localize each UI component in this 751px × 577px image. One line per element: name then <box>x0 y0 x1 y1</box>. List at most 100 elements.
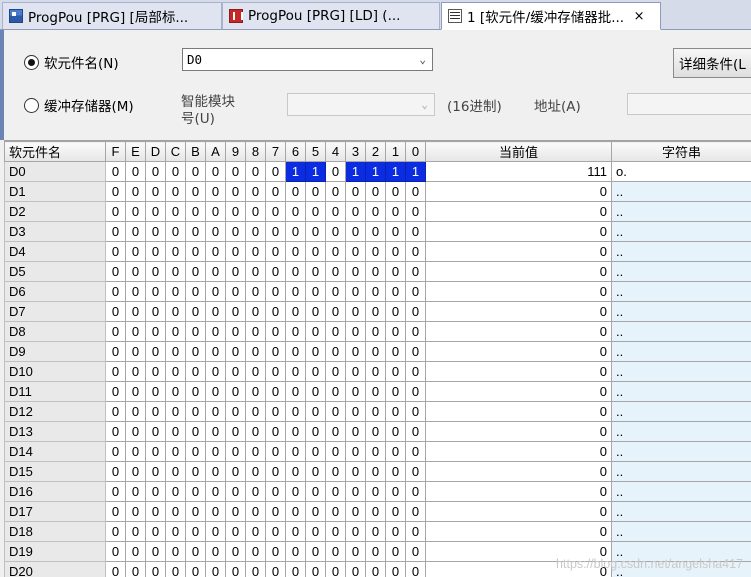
bit-cell[interactable]: 0 <box>165 441 186 462</box>
bit-cell[interactable]: 0 <box>325 361 346 382</box>
bit-cell[interactable]: 0 <box>125 261 146 282</box>
device-name-cell[interactable]: D12 <box>4 401 106 422</box>
bit-cell[interactable]: 0 <box>265 281 286 302</box>
bit-cell[interactable]: 0 <box>105 461 126 482</box>
bit-cell[interactable]: 0 <box>245 301 266 322</box>
bit-cell[interactable]: 0 <box>405 541 426 562</box>
string-cell[interactable]: .. <box>611 281 751 302</box>
bit-cell[interactable]: 0 <box>385 441 406 462</box>
bit-cell[interactable]: 0 <box>265 341 286 362</box>
string-cell[interactable]: .. <box>611 521 751 542</box>
bit-cell[interactable]: 0 <box>305 441 326 462</box>
bit-cell[interactable]: 1 <box>385 161 406 182</box>
bit-cell[interactable]: 0 <box>285 321 306 342</box>
bit-cell[interactable]: 0 <box>125 421 146 442</box>
current-value-cell[interactable]: 111 <box>425 161 612 182</box>
bit-cell[interactable]: 0 <box>105 521 126 542</box>
bit-cell[interactable]: 0 <box>125 181 146 202</box>
bit-cell[interactable]: 0 <box>365 501 386 522</box>
bit-cell[interactable]: 0 <box>305 501 326 522</box>
bit-cell[interactable]: 0 <box>105 541 126 562</box>
bit-cell[interactable]: 0 <box>405 281 426 302</box>
device-name-cell[interactable]: D6 <box>4 281 106 302</box>
device-name-cell[interactable]: D5 <box>4 261 106 282</box>
bit-cell[interactable]: 0 <box>385 401 406 422</box>
current-value-cell[interactable]: 0 <box>425 381 612 402</box>
bit-cell[interactable]: 0 <box>125 481 146 502</box>
bit-cell[interactable]: 0 <box>165 241 186 262</box>
device-name-cell[interactable]: D10 <box>4 361 106 382</box>
bit-cell[interactable]: 0 <box>285 201 306 222</box>
bit-cell[interactable]: 0 <box>185 381 206 402</box>
bit-cell[interactable]: 0 <box>345 481 366 502</box>
bit-cell[interactable]: 0 <box>125 461 146 482</box>
device-name-cell[interactable]: D17 <box>4 501 106 522</box>
current-value-cell[interactable]: 0 <box>425 441 612 462</box>
bit-cell[interactable]: 0 <box>405 501 426 522</box>
table-row[interactable]: D0 0 0 0 0 0 0 0 0 0 1 1 0 1 1 1 1 111 o. <box>4 161 751 182</box>
bit-cell[interactable]: 0 <box>165 261 186 282</box>
bit-cell[interactable]: 0 <box>325 181 346 202</box>
device-name-cell[interactable]: D0 <box>4 161 106 182</box>
bit-cell[interactable]: 0 <box>325 221 346 242</box>
bit-cell[interactable]: 0 <box>285 261 306 282</box>
buffer-memory-radio[interactable]: 缓冲存储器(M) <box>24 95 134 115</box>
bit-cell[interactable]: 0 <box>105 201 126 222</box>
bit-cell[interactable]: 0 <box>265 321 286 342</box>
bit-cell[interactable]: 0 <box>365 241 386 262</box>
bit-cell[interactable]: 0 <box>285 481 306 502</box>
bit-cell[interactable]: 1 <box>405 161 426 182</box>
bit-cell[interactable]: 0 <box>205 541 226 562</box>
bit-cell[interactable]: 0 <box>105 281 126 302</box>
bit-cell[interactable]: 0 <box>165 381 186 402</box>
bit-cell[interactable]: 0 <box>325 521 346 542</box>
device-name-cell[interactable]: D13 <box>4 421 106 442</box>
bit-cell[interactable]: 0 <box>145 361 166 382</box>
bit-cell[interactable]: 0 <box>345 181 366 202</box>
bit-cell[interactable]: 1 <box>345 161 366 182</box>
bit-cell[interactable]: 0 <box>105 361 126 382</box>
string-cell[interactable]: .. <box>611 301 751 322</box>
bit-cell[interactable]: 0 <box>285 421 306 442</box>
table-row[interactable]: D16 0 0 0 0 0 0 0 0 0 0 0 0 0 0 0 0 0.. <box>4 481 751 502</box>
string-cell[interactable]: .. <box>611 421 751 442</box>
string-cell[interactable]: .. <box>611 381 751 402</box>
bit-cell[interactable]: 0 <box>245 341 266 362</box>
bit-cell[interactable]: 0 <box>205 301 226 322</box>
address-input[interactable] <box>627 93 751 115</box>
table-row[interactable]: D9 0 0 0 0 0 0 0 0 0 0 0 0 0 0 0 0 0.. <box>4 341 751 362</box>
bit-cell[interactable]: 0 <box>385 481 406 502</box>
bit-cell[interactable]: 0 <box>145 461 166 482</box>
bit-cell[interactable]: 0 <box>185 441 206 462</box>
bit-cell[interactable]: 0 <box>145 401 166 422</box>
bit-cell[interactable]: 0 <box>185 281 206 302</box>
bit-cell[interactable]: 0 <box>245 241 266 262</box>
bit-cell[interactable]: 0 <box>305 421 326 442</box>
bit-cell[interactable]: 0 <box>365 421 386 442</box>
bit-cell[interactable]: 0 <box>165 161 186 182</box>
bit-cell[interactable]: 0 <box>225 341 246 362</box>
bit-cell[interactable]: 0 <box>125 541 146 562</box>
bit-cell[interactable]: 0 <box>265 161 286 182</box>
bit-cell[interactable]: 0 <box>205 421 226 442</box>
bit-cell[interactable]: 0 <box>305 261 326 282</box>
bit-cell[interactable]: 0 <box>385 561 406 577</box>
bit-cell[interactable]: 0 <box>245 261 266 282</box>
bit-cell[interactable]: 0 <box>145 441 166 462</box>
bit-cell[interactable]: 0 <box>345 461 366 482</box>
bit-cell[interactable]: 0 <box>385 281 406 302</box>
bit-cell[interactable]: 0 <box>145 521 166 542</box>
bit-cell[interactable]: 0 <box>285 521 306 542</box>
bit-cell[interactable]: 0 <box>265 561 286 577</box>
bit-cell[interactable]: 0 <box>345 521 366 542</box>
bit-cell[interactable]: 0 <box>145 541 166 562</box>
bit-cell[interactable]: 0 <box>145 381 166 402</box>
bit-cell[interactable]: 0 <box>325 421 346 442</box>
bit-cell[interactable]: 0 <box>345 261 366 282</box>
bit-cell[interactable]: 0 <box>405 441 426 462</box>
device-name-cell[interactable]: D2 <box>4 201 106 222</box>
bit-cell[interactable]: 0 <box>385 221 406 242</box>
device-name-cell[interactable]: D14 <box>4 441 106 462</box>
bit-cell[interactable]: 0 <box>165 201 186 222</box>
string-cell[interactable]: .. <box>611 481 751 502</box>
